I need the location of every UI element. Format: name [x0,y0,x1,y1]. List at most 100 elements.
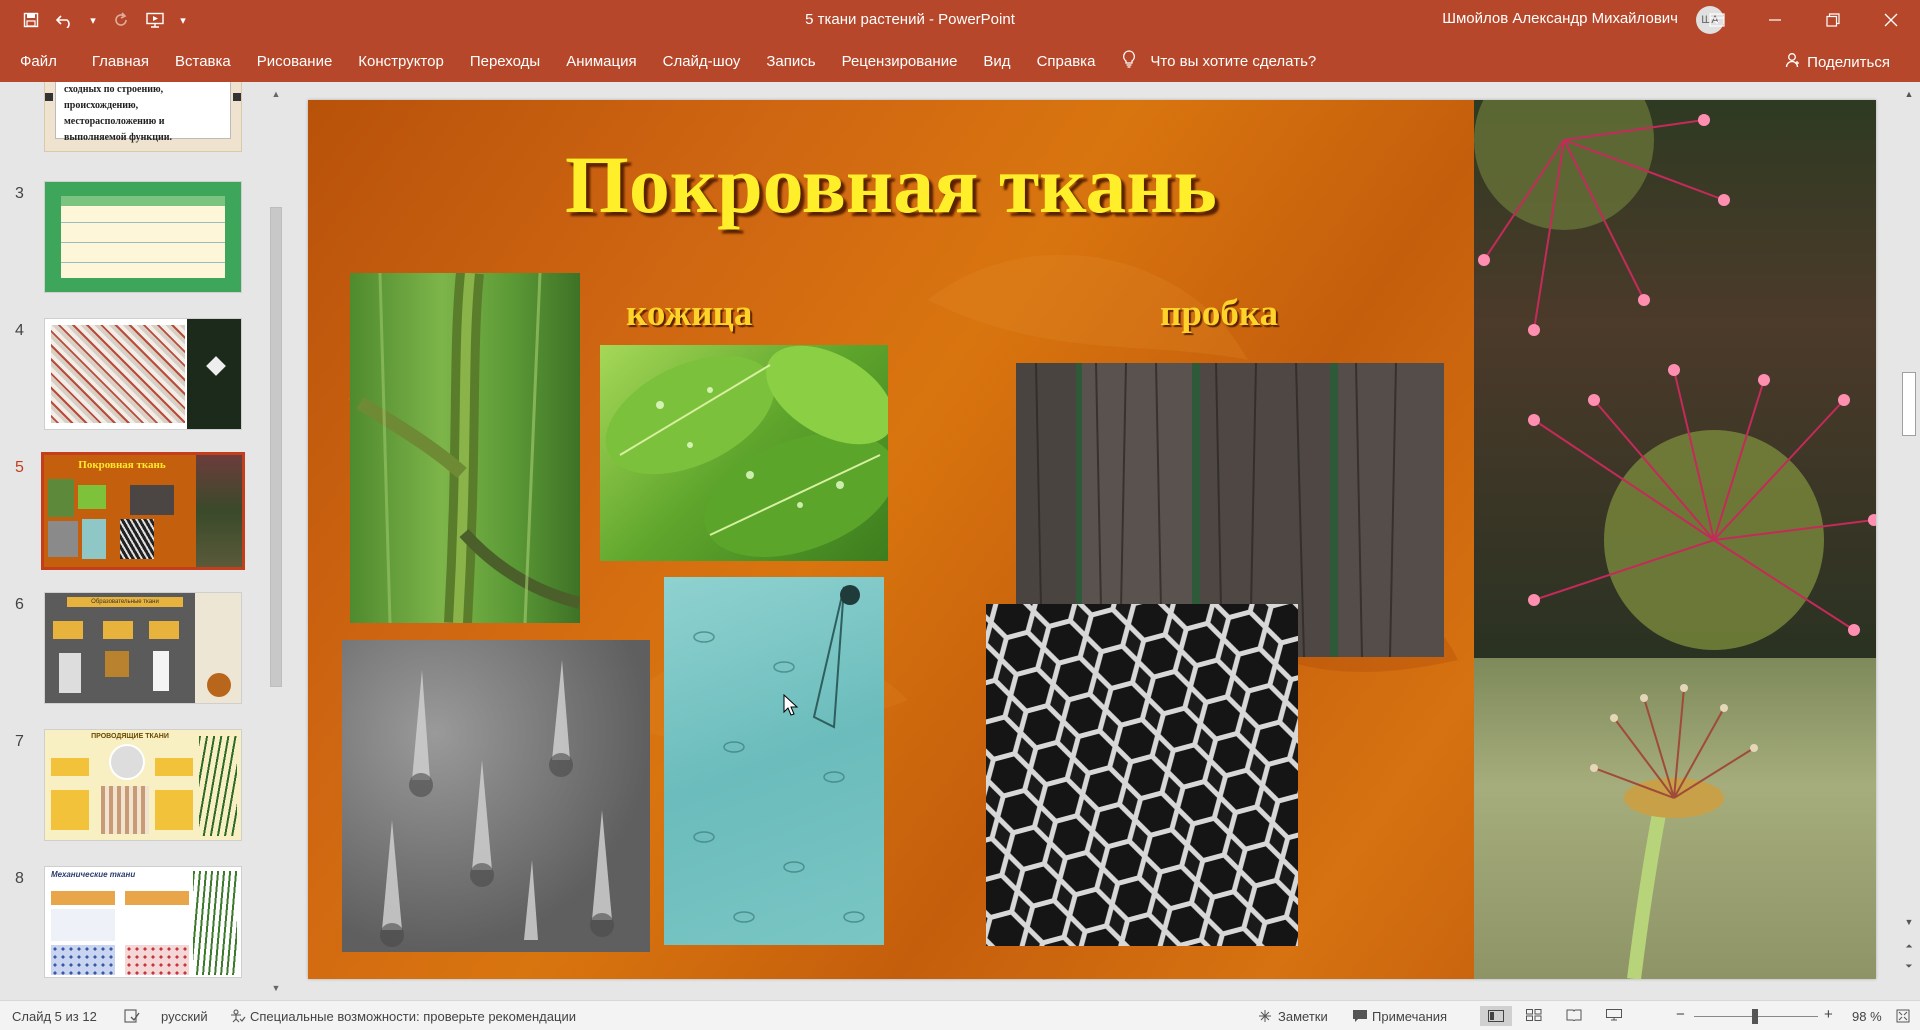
spellcheck-icon[interactable] [124,1009,140,1026]
minimize-icon[interactable] [1746,0,1804,40]
ribbon-display-options-icon[interactable] [1688,0,1746,40]
thumbnail-text: сходных по строению, происхождению, мест… [55,82,231,143]
tab-help[interactable]: Справка [1024,40,1109,82]
thumbnail-item-5[interactable]: 5 Покровная ткань [0,452,270,573]
slide-thumbnail-5[interactable]: Покровная ткань [41,452,245,570]
slide-scrollbar[interactable]: ▲ ▼ ⏶ ⏷ [1898,82,1920,1000]
slide-thumbnail-6[interactable]: Образовательные ткани [44,592,242,704]
comments-icon[interactable] [1352,1009,1368,1026]
thumbnail-item-6[interactable]: 6 Образовательные ткани [0,592,270,710]
tab-design[interactable]: Конструктор [345,40,457,82]
slide-number: 3 [15,185,24,202]
close-icon[interactable] [1862,0,1920,40]
zoom-out-icon[interactable]: − [1676,1006,1685,1023]
tab-insert[interactable]: Вставка [162,40,244,82]
tab-view[interactable]: Вид [970,40,1023,82]
trichomes-photo[interactable] [342,640,650,952]
leaf-photo[interactable] [600,345,888,561]
accessibility-status[interactable]: Специальные возможности: проверьте реком… [250,1009,576,1024]
slide-thumbnail-7[interactable]: ПРОВОДЯЩИЕ ТКАНИ [44,729,242,841]
slide-thumbnail-3[interactable] [44,181,242,293]
cork-cells-photo[interactable] [986,604,1298,946]
scroll-down-arrow-icon[interactable]: ▼ [1901,914,1917,930]
quick-access-toolbar: ▾ ▾ [0,0,194,40]
thumbnail-item-partial[interactable]: сходных по строению, происхождению, мест… [0,82,270,154]
tab-slideshow[interactable]: Слайд-шоу [650,40,754,82]
thumbnail-box [155,790,193,830]
zoom-level[interactable]: 98 % [1852,1009,1882,1024]
notes-button[interactable]: Заметки [1278,1009,1328,1024]
tab-transitions[interactable]: Переходы [457,40,553,82]
scroll-up-arrow-icon[interactable]: ▲ [268,86,284,102]
thumbnail-title: ПРОВОДЯЩИЕ ТКАНИ [91,733,169,740]
thumbnail-box [149,621,179,639]
status-bar: Слайд 5 из 12 русский Специальные возмож… [0,1000,1920,1030]
scroll-up-arrow-icon[interactable]: ▲ [1901,86,1917,102]
thumbnail-item-3[interactable]: 3 [0,181,270,299]
thumbnail-box [51,891,115,905]
sundew-closeup-photo[interactable] [1474,658,1876,979]
save-icon[interactable] [14,0,48,40]
tab-draw[interactable]: Рисование [244,40,346,82]
stem-photo[interactable] [350,273,580,623]
thumbnail-image [59,653,81,693]
slideshow-icon[interactable] [138,0,172,40]
next-slide-icon[interactable]: ⏷ [1901,958,1917,974]
reading-view-icon[interactable] [1566,1009,1582,1024]
person-icon [1785,52,1801,72]
cork-drawing [986,604,1298,946]
thumbnail-image [207,673,231,697]
slide-number: 4 [15,322,24,339]
accessibility-icon[interactable] [230,1009,246,1026]
thumbnail-image [193,871,237,975]
label-cork[interactable]: пробка [1160,292,1278,335]
thumbnail-item-8[interactable]: 8 Механические ткани [0,866,270,984]
scrollbar-thumb[interactable] [270,207,282,687]
slide-thumbnail-8[interactable]: Механические ткани [44,866,242,978]
undo-dropdown-icon[interactable]: ▾ [82,0,104,40]
slide-number: 7 [15,733,24,750]
slide-thumbnail-partial[interactable]: сходных по строению, происхождению, мест… [44,82,242,152]
thumbnails-scrollbar[interactable]: ▲ ▼ [268,82,284,1000]
tab-file[interactable]: Файл [0,40,79,82]
previous-slide-icon[interactable]: ⏶ [1901,938,1917,954]
fit-to-window-icon[interactable] [1896,1009,1910,1026]
normal-view-icon[interactable] [1480,1006,1512,1026]
label-epidermis[interactable]: кожица [626,292,752,335]
stomata-photo[interactable] [664,577,884,945]
customize-toolbar-icon[interactable]: ▾ [172,0,194,40]
share-button[interactable]: Поделиться [1785,52,1890,72]
redo-icon[interactable] [104,0,138,40]
zoom-slider-knob[interactable] [1752,1009,1758,1024]
slide-thumbnail-4[interactable] [44,318,242,430]
zoom-in-icon[interactable]: + [1824,1006,1833,1023]
thumbnail-marker [233,93,241,101]
tab-review[interactable]: Рецензирование [829,40,971,82]
undo-icon[interactable] [48,0,82,40]
sundew-photo[interactable] [1474,100,1876,658]
user-name[interactable]: Шмойлов Александр Михайлович [1442,10,1678,27]
scroll-down-arrow-icon[interactable]: ▼ [268,980,284,996]
thumbnail-box [53,621,83,639]
scrollbar-thumb[interactable] [1902,372,1916,436]
thumbnail-item-4[interactable]: 4 [0,318,270,436]
slide-title[interactable]: Покровная ткань [308,138,1474,232]
tab-home[interactable]: Главная [79,40,162,82]
tell-me-search[interactable]: Что вы хотите сделать? [1122,49,1316,73]
slide-number: 6 [15,596,24,613]
slide-canvas[interactable]: Покровная ткань кожица пробка [308,100,1876,979]
tab-record[interactable]: Запись [753,40,828,82]
notes-icon[interactable] [1258,1009,1272,1026]
tab-animations[interactable]: Анимация [553,40,649,82]
slideshow-view-icon[interactable] [1606,1009,1622,1024]
thumbnail-image [109,744,145,780]
comments-button[interactable]: Примечания [1372,1009,1447,1024]
language-indicator[interactable]: русский [161,1009,208,1024]
window-controls [1688,0,1920,40]
restore-icon[interactable] [1804,0,1862,40]
slide-thumbnails-pane[interactable]: сходных по строению, происхождению, мест… [0,82,270,1000]
thumbnail-title: Покровная ткань [78,459,166,471]
slide-sorter-icon[interactable] [1526,1009,1542,1024]
thumbnail-item-7[interactable]: 7 ПРОВОДЯЩИЕ ТКАНИ [0,729,270,847]
slide-editor[interactable]: Покровная ткань кожица пробка [284,82,1898,1000]
